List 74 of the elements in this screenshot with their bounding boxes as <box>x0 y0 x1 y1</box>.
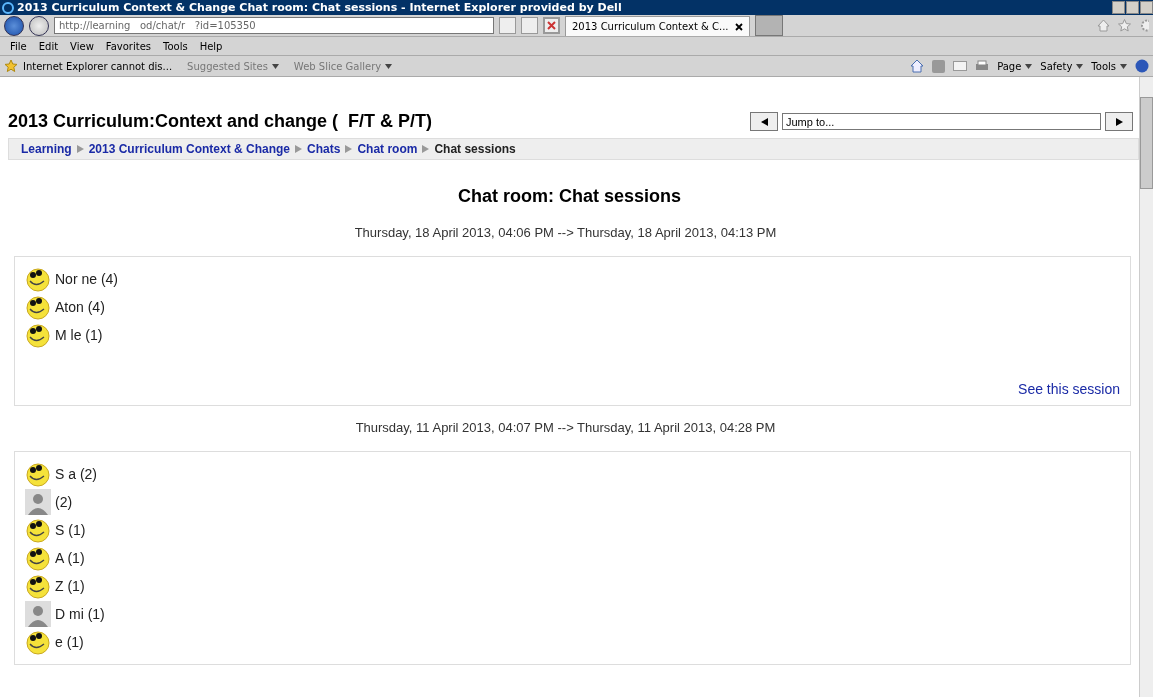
favorites-link[interactable]: Internet Explorer cannot dis... <box>23 60 173 72</box>
right-arrow-icon <box>1115 117 1123 126</box>
participant-name: e (1) <box>55 634 84 650</box>
caret-icon[interactable] <box>385 63 393 69</box>
caret-icon[interactable] <box>1025 63 1033 69</box>
breadcrumb-link[interactable]: Chat room <box>357 142 418 156</box>
menu-item[interactable]: Favorites <box>105 40 151 52</box>
session-time-range: Thursday, 11 April 2013, 04:07 PM --> Thursday, 11 April 2013, 04:28 PM <box>354 419 777 437</box>
avatar-icon <box>25 489 51 515</box>
breadcrumb-link[interactable]: Chats <box>307 142 341 156</box>
new-tab-button[interactable] <box>754 15 783 36</box>
separator-icon <box>345 145 353 153</box>
separator-icon <box>76 145 84 153</box>
smiley-icon <box>25 545 51 571</box>
star-icon[interactable] <box>1118 19 1131 32</box>
window-title: 2013 Curriculum Context & Change Chat room: Chat sessions - Internet Explorer provided by Dell <box>17 1 622 14</box>
participant-name: S (1) <box>55 522 86 538</box>
separator-icon <box>422 145 430 153</box>
command-menu[interactable]: Safety <box>1040 60 1084 72</box>
menu-item[interactable]: Tools <box>163 40 188 52</box>
previous-button[interactable] <box>750 112 778 131</box>
page-heading: Chat room: Chat sessions <box>456 186 682 207</box>
smiley-icon <box>25 517 51 543</box>
breadcrumb-current: Chat sessions <box>434 142 516 156</box>
caret-icon[interactable] <box>1120 63 1127 69</box>
jump-to-dropdown[interactable]: Jump to... <box>782 113 1101 130</box>
command-menu[interactable]: Tools <box>1091 60 1127 72</box>
avatar-icon <box>25 601 51 627</box>
command-menu[interactable]: Page <box>997 60 1033 72</box>
printer-icon[interactable] <box>975 60 990 72</box>
smiley-icon <box>25 294 51 320</box>
session-time-range: Thursday, 18 April 2013, 04:06 PM --> Thursday, 18 April 2013, 04:13 PM <box>353 224 778 242</box>
minimize-button[interactable] <box>1112 1 1125 14</box>
close-button[interactable] <box>1140 1 1153 14</box>
see-session-link[interactable]: See this session <box>1018 381 1120 397</box>
help-icon[interactable] <box>1135 59 1149 73</box>
caret-icon[interactable] <box>271 63 279 69</box>
menu-item[interactable]: View <box>70 40 94 52</box>
smiley-icon <box>25 266 51 292</box>
participant-name: Nor ne (4) <box>55 271 119 287</box>
smiley-icon <box>25 629 51 655</box>
separator-icon <box>295 145 303 153</box>
mail-icon[interactable] <box>953 61 968 71</box>
stop-icon[interactable] <box>543 17 560 34</box>
address-field[interactable]: http://learning od/chat/r ?id=105350 <box>54 17 494 34</box>
left-arrow-icon <box>760 117 768 126</box>
smiley-icon <box>25 573 51 599</box>
breadcrumb-link[interactable]: 2013 Curriculum Context & Change <box>88 142 291 156</box>
scrollbar[interactable] <box>1139 77 1153 697</box>
participant-name: Z (1) <box>55 578 85 594</box>
next-button[interactable] <box>1105 112 1133 131</box>
participant-name: Aton (4) <box>55 299 105 315</box>
participant-name: D mi (1) <box>55 606 105 622</box>
home-icon[interactable] <box>1097 19 1110 32</box>
browser-logo-icon <box>2 1 14 14</box>
smiley-icon <box>25 461 51 487</box>
smiley-icon <box>25 322 51 348</box>
forward-button[interactable] <box>29 15 49 36</box>
course-title: 2013 Curriculum:Context and change ( F/T & P/T) <box>8 111 433 132</box>
participant-name: A (1) <box>55 550 85 566</box>
menu-item[interactable]: Help <box>199 40 223 52</box>
restore-button[interactable] <box>1126 1 1139 14</box>
close-icon[interactable] <box>734 22 743 31</box>
menu-item[interactable]: File <box>10 40 27 52</box>
participant-name: S a (2) <box>55 466 97 482</box>
menu-item[interactable]: Edit <box>38 40 59 52</box>
participant-name: (2) <box>55 494 73 510</box>
favorites-star-icon[interactable] <box>4 59 18 73</box>
caret-icon[interactable] <box>1076 63 1084 69</box>
breadcrumb-link[interactable]: Learning <box>21 142 72 156</box>
home-icon[interactable] <box>910 59 925 73</box>
browser-tab[interactable]: 2013 Curriculum Context & C... <box>565 16 750 36</box>
participant-name: M le (1) <box>55 327 103 343</box>
back-button[interactable] <box>4 15 24 36</box>
